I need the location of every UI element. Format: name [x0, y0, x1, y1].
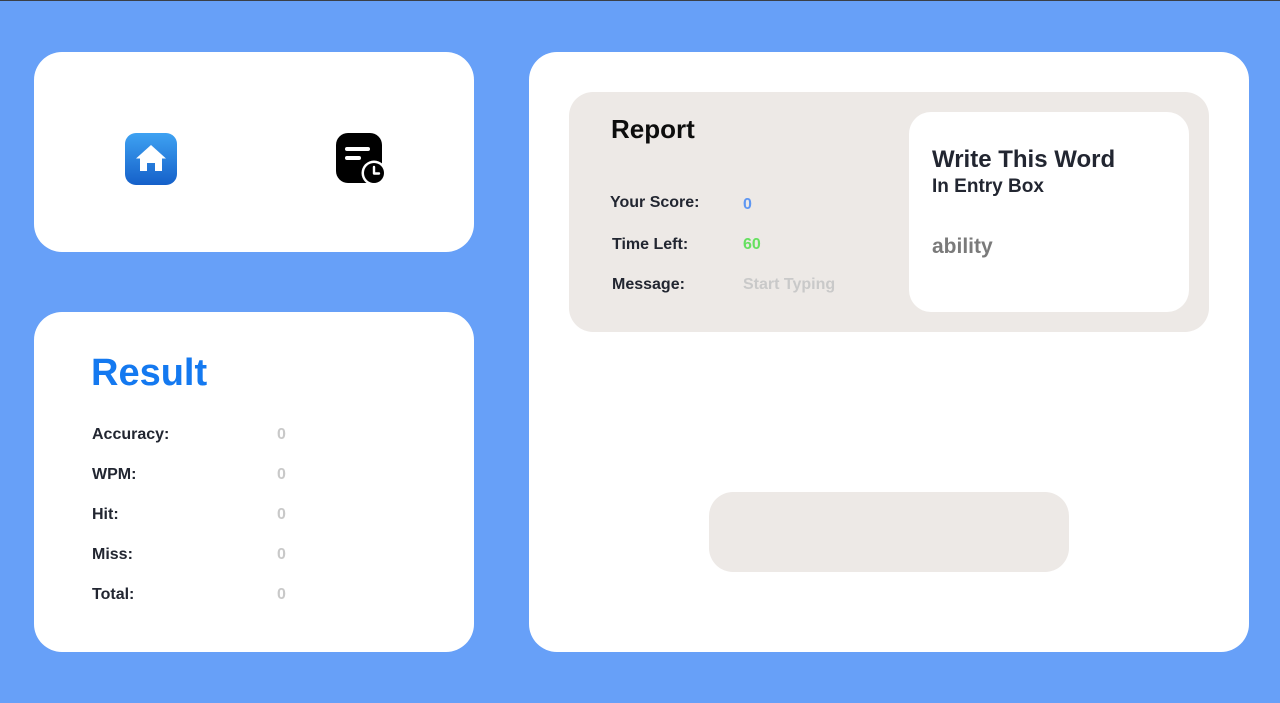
message-label: Message: [612, 276, 685, 293]
score-value: 0 [743, 196, 752, 213]
nav-card [34, 52, 474, 252]
window-top-border [0, 0, 1280, 1]
home-button[interactable] [125, 133, 177, 185]
entry-input[interactable] [709, 492, 1069, 572]
wpm-label: WPM: [92, 466, 137, 483]
report-title: Report [611, 114, 695, 144]
miss-value: 0 [277, 546, 286, 563]
result-card: Result Accuracy: 0 WPM: 0 Hit: 0 Miss: 0… [34, 312, 474, 652]
hit-value: 0 [277, 506, 286, 523]
score-label: Your Score: [610, 194, 700, 211]
wpm-value: 0 [277, 466, 286, 483]
history-clock-icon [336, 133, 387, 186]
accuracy-value: 0 [277, 426, 286, 443]
word-prompt-title: Write This Word [932, 146, 1116, 173]
accuracy-label: Accuracy: [92, 426, 170, 443]
home-icon [125, 133, 177, 185]
main-card: Report Your Score: 0 Time Left: 60 Messa… [529, 52, 1249, 652]
hit-label: Hit: [92, 506, 119, 523]
history-button[interactable] [336, 133, 388, 186]
total-label: Total: [92, 586, 135, 603]
total-value: 0 [277, 586, 286, 603]
word-prompt-box: Write This Word In Entry Box ability [909, 112, 1189, 312]
message-value: Start Typing [743, 276, 836, 293]
target-word: ability [932, 235, 993, 258]
time-left-value: 60 [743, 236, 761, 253]
miss-label: Miss: [92, 546, 133, 563]
report-panel: Report Your Score: 0 Time Left: 60 Messa… [569, 92, 1209, 332]
word-prompt-subtitle: In Entry Box [932, 176, 1044, 197]
time-left-label: Time Left: [612, 236, 689, 253]
result-title: Result [91, 352, 208, 394]
